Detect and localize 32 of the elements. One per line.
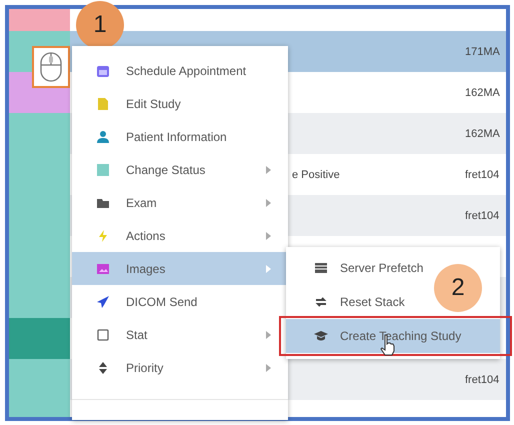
menu-item[interactable]: Reset Stack — [286, 285, 413, 319]
accession-text: fret104 — [465, 168, 500, 180]
accession-text: fret104 — [465, 374, 500, 386]
menu-item-icon — [96, 96, 110, 110]
menu-item[interactable]: Exam — [72, 186, 288, 219]
menu-item[interactable]: Server Prefetch — [286, 251, 432, 285]
accession-text: 162MA — [465, 86, 500, 98]
menu-item[interactable]: Images — [72, 252, 288, 285]
menu-item-icon — [96, 130, 110, 144]
menu-item-icon — [314, 261, 328, 275]
menu-item-icon — [96, 64, 110, 78]
menu-item[interactable]: DICOM Send — [72, 285, 288, 318]
accession-text: fret104 — [465, 210, 500, 222]
menu-item[interactable]: Stat — [72, 318, 288, 351]
accession-text: 162MA — [465, 128, 500, 140]
mouse-icon — [32, 46, 70, 88]
menu-item-icon — [96, 162, 110, 176]
menu-item-icon — [96, 262, 110, 276]
menu-item[interactable]: Schedule Appointment — [72, 54, 288, 87]
menu-item-icon — [96, 328, 110, 342]
menu-item-icon — [314, 295, 328, 309]
menu-item[interactable]: Change Status — [72, 153, 288, 186]
menu-item-icon — [96, 228, 110, 242]
menu-item[interactable]: Priority — [72, 351, 288, 384]
menu-item[interactable]: Edit Study — [72, 87, 288, 120]
accession-text: 171MA — [465, 46, 500, 58]
menu-item-icon — [314, 329, 328, 343]
menu-item-icon — [96, 360, 110, 374]
menu-item[interactable]: Actions — [72, 219, 288, 252]
menu-item[interactable]: Patient Information — [72, 120, 288, 153]
status-text: e Positive — [292, 168, 340, 180]
menu-item-icon — [96, 294, 110, 308]
